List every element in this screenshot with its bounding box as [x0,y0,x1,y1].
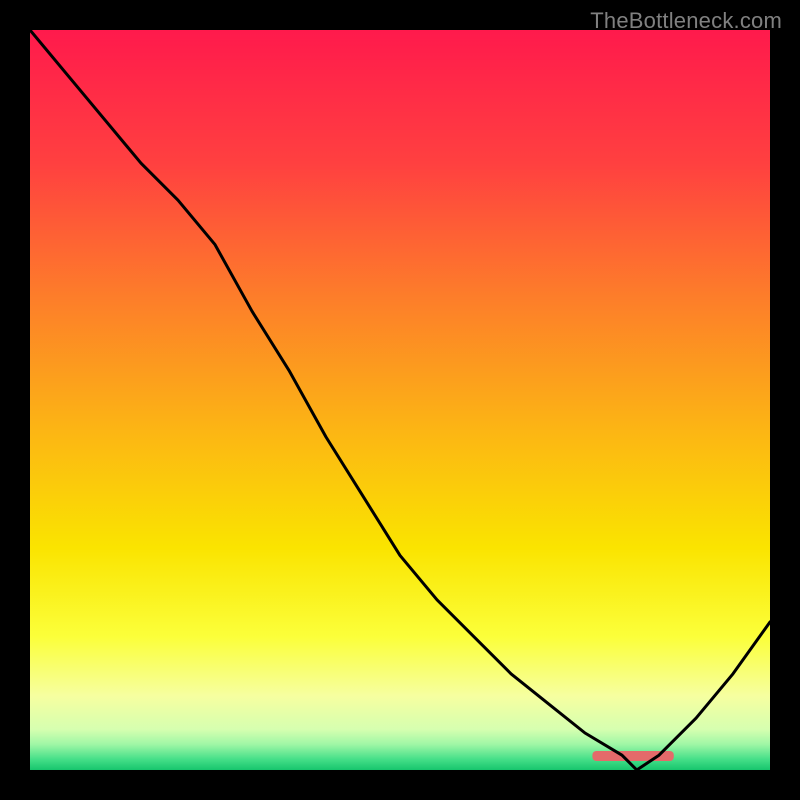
chart-svg [30,30,770,770]
plot-area [30,30,770,770]
watermark-label: TheBottleneck.com [590,8,782,34]
gradient-fill [30,30,770,770]
chart-stage: TheBottleneck.com [0,0,800,800]
